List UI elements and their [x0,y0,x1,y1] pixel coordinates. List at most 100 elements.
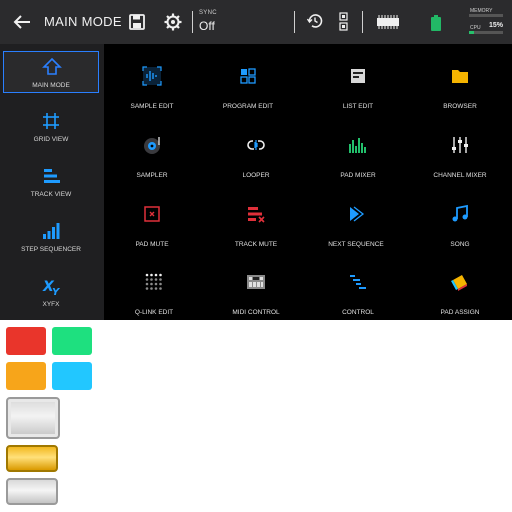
tile-label: PAD ASSIGN [440,309,480,316]
sidebar-item-step-sequencer[interactable]: STEP SEQUENCER [3,216,99,258]
knob-dot [154,278,158,281]
track-view-icon [44,169,60,183]
color-swatch-orange [6,362,46,390]
history-icon[interactable] [306,12,324,30]
cpu-bar [469,31,503,34]
knob-dot [145,282,149,286]
tile-label: PROGRAM EDIT [222,103,274,110]
sidebar-item-track-view[interactable]: TRACK VIEW [3,161,99,203]
sync-value[interactable]: Off [199,19,215,33]
knob-dot [159,282,162,286]
sidebar-item-label: TRACK VIEW [30,191,72,198]
knob-dot [159,273,162,277]
memory-bar [469,14,503,17]
sidebar-item-label: XYFX [42,301,60,308]
tile-channel-mixer[interactable]: CHANNEL MIXER [412,127,508,187]
cpu-value: 15% [489,22,504,29]
knob-dot [145,273,149,277]
tile-list-edit[interactable]: LIST EDIT [310,58,406,118]
tile-label: SAMPLE EDIT [130,103,174,110]
save-icon[interactable] [128,13,146,31]
knob-dot [145,278,149,281]
tile-label: LIST EDIT [342,103,374,110]
divider [362,11,363,33]
tile-label: PAD MUTE [135,241,169,248]
pad-button-large[interactable] [6,397,60,439]
knob-dot [150,278,153,281]
tile-control[interactable]: CONTROL [310,264,406,324]
tile-program-edit[interactable]: PROGRAM EDIT [200,58,296,118]
song-icon [452,204,468,222]
back-arrow-icon[interactable] [12,12,32,32]
pad-button-lit[interactable] [6,445,58,472]
main-panel: MAIN MODE GRID VIEW TRACK VIEW STEP SEQU… [0,44,512,320]
step-sequencer-icon [43,223,60,239]
tile-sampler[interactable]: SAMPLER [104,127,200,187]
tile-label: BROWSER [443,103,477,110]
knob-dot [150,273,153,277]
sample-edit-icon [142,66,162,86]
tile-pad-assign[interactable]: PAD ASSIGN [412,264,508,324]
knob-dot [154,287,158,290]
tile-label: MIDI CONTROL [232,309,280,316]
knob-dot [159,278,162,281]
pad-bank-icon[interactable] [338,12,350,32]
tile-label: CONTROL [342,309,374,316]
xyfx-icon: X Y [42,279,61,296]
midi-control-icon [247,275,265,289]
tile-pad-mixer[interactable]: PAD MIXER [310,127,406,187]
sidebar: MAIN MODE GRID VIEW TRACK VIEW STEP SEQU… [0,44,104,320]
tile-track-mute[interactable]: TRACK MUTE [208,196,304,256]
next-sequence-icon [350,206,365,222]
tile-label: NEXT SEQUENCE [328,241,384,248]
tile-song[interactable]: SONG [412,196,508,256]
knob-dot [150,287,153,290]
knob-dot [159,287,162,290]
pad-assign-icon [451,275,467,291]
home-icon [42,57,62,75]
pad-mute-icon [144,206,160,222]
tile-label: PAD MIXER [340,172,376,179]
knob-dot [150,282,153,286]
top-bar: MAIN MODE SYNC Off MEMORY CPU 15% [0,0,512,44]
color-swatch-green [52,327,92,355]
tile-label: LOOPER [242,172,270,179]
looper-icon [247,140,265,150]
mode-title[interactable]: MAIN MODE [44,14,122,29]
app: MAIN MODE SYNC Off MEMORY CPU 15% MAIN M… [0,0,512,512]
svg-text:Y: Y [52,287,61,296]
sidebar-item-grid-view[interactable]: GRID VIEW [3,106,99,148]
knob-dot [154,282,158,286]
divider [294,11,295,33]
knob-dot [154,273,158,277]
pad-mixer-icon [349,138,366,153]
track-mute-icon [248,207,265,223]
control-icon [350,275,366,289]
tile-midi-control[interactable]: MIDI CONTROL [208,264,304,324]
tile-q-link-edit[interactable]: Q-LINK EDIT [106,264,202,324]
knob-dot [145,287,149,290]
gear-icon[interactable] [163,12,183,32]
tile-label: TRACK MUTE [234,241,278,248]
battery-icon [431,15,441,31]
sidebar-item-label: MAIN MODE [32,82,70,89]
sidebar-item-main-mode[interactable]: MAIN MODE [3,51,99,93]
memory-chip-icon [377,15,399,29]
pad-button[interactable] [6,478,58,505]
cpu-bar-fill [469,31,475,34]
q-link-edit-icon [145,273,162,290]
folder-icon [452,70,468,83]
sidebar-item-xyfx[interactable]: X Y XYFX [3,271,99,313]
sidebar-item-label: STEP SEQUENCER [21,246,81,253]
tile-label: Q-LINK EDIT [134,309,174,316]
color-swatch-cyan [52,362,92,390]
tile-browser[interactable]: BROWSER [412,58,508,118]
tile-sample-edit[interactable]: SAMPLE EDIT [104,58,200,118]
tile-next-sequence[interactable]: NEXT SEQUENCE [308,196,404,256]
tile-looper[interactable]: LOOPER [208,127,304,187]
tile-label: SAMPLER [136,172,168,179]
tile-pad-mute[interactable]: PAD MUTE [104,196,200,256]
channel-mixer-icon [452,137,468,153]
sampler-icon [144,137,160,154]
tile-label: CHANNEL MIXER [433,172,487,179]
